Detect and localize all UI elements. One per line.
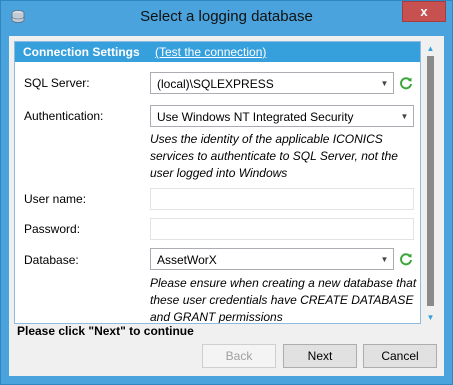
chevron-down-icon[interactable]: ▼: [396, 106, 413, 126]
user-name-label: User name:: [24, 192, 87, 206]
section-title: Connection Settings: [23, 45, 140, 59]
password-input[interactable]: [150, 218, 414, 240]
footer-message: Please click "Next" to continue: [17, 324, 194, 338]
scroll-down-icon[interactable]: ▼: [423, 310, 438, 324]
chevron-down-icon[interactable]: ▼: [376, 249, 393, 269]
sql-server-label: SQL Server:: [24, 76, 90, 90]
authentication-label: Authentication:: [24, 109, 104, 123]
close-icon: x: [420, 4, 428, 19]
settings-panel: Connection Settings (Test the connection…: [14, 41, 421, 324]
authentication-combo[interactable]: Use Windows NT Integrated Security ▼: [150, 105, 414, 127]
authentication-value: Use Windows NT Integrated Security: [157, 110, 354, 124]
connection-settings-header: Connection Settings (Test the connection…: [15, 42, 420, 62]
database-hint: Please ensure when creating a new databa…: [150, 276, 417, 324]
window-title: Select a logging database: [140, 8, 313, 25]
database-value: AssetWorX: [157, 253, 217, 267]
title-bar[interactable]: Select a logging database x: [1, 1, 452, 36]
dialog-window: Select a logging database x Connection S…: [0, 0, 453, 385]
chevron-down-icon[interactable]: ▼: [376, 73, 393, 93]
sql-server-value: (local)\SQLEXPRESS: [157, 77, 274, 91]
cancel-button[interactable]: Cancel: [363, 344, 437, 368]
refresh-icon[interactable]: [399, 76, 413, 90]
database-label: Database:: [24, 253, 79, 267]
test-connection-link[interactable]: (Test the connection): [155, 45, 266, 59]
authentication-hint: Uses the identity of the applicable ICON…: [150, 132, 398, 180]
vertical-scrollbar[interactable]: ▲ ▼: [423, 41, 438, 324]
database-combo[interactable]: AssetWorX ▼: [150, 248, 394, 270]
user-name-input[interactable]: [150, 188, 414, 210]
scrollbar-thumb[interactable]: [427, 56, 434, 306]
sql-server-combo[interactable]: (local)\SQLEXPRESS ▼: [150, 72, 394, 94]
next-button[interactable]: Next: [283, 344, 357, 368]
scroll-up-icon[interactable]: ▲: [423, 41, 438, 55]
dialog-client-area: Connection Settings (Test the connection…: [9, 36, 444, 376]
refresh-icon[interactable]: [399, 252, 413, 266]
password-label: Password:: [24, 222, 81, 236]
back-button[interactable]: Back: [202, 344, 276, 368]
close-button[interactable]: x: [402, 1, 446, 22]
